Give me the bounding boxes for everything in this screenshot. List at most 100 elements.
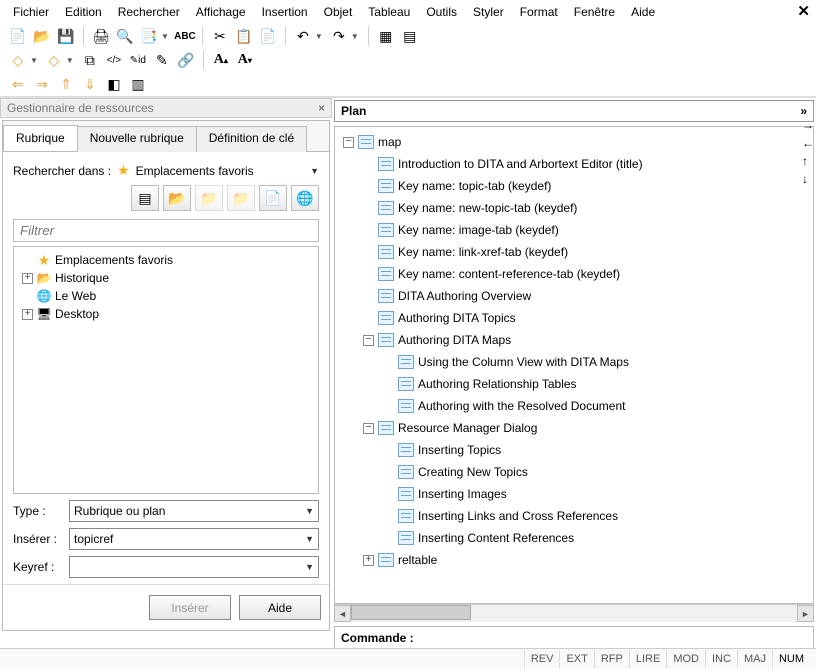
- look-in-dropdown-icon[interactable]: ▼: [310, 166, 319, 176]
- tree-item-desktop[interactable]: + 🖥 Desktop: [16, 305, 316, 323]
- plan-row[interactable]: Authoring with the Resolved Document: [335, 395, 813, 417]
- filter-input[interactable]: [13, 219, 319, 242]
- tree-item-web[interactable]: 🌐 Le Web: [16, 287, 316, 305]
- copy-icon[interactable]: 📋: [234, 26, 254, 46]
- status-indicator[interactable]: RFP: [594, 650, 629, 668]
- look-in-value[interactable]: Emplacements favoris: [136, 164, 254, 178]
- xml-icon[interactable]: </>: [104, 50, 124, 70]
- status-indicator[interactable]: REV: [524, 650, 560, 668]
- menu-item[interactable]: Fichier: [6, 2, 56, 22]
- menu-item[interactable]: Edition: [58, 2, 109, 22]
- insert-element-icon[interactable]: ◇: [8, 50, 28, 70]
- expand-icon[interactable]: +: [22, 273, 33, 284]
- expand-icon[interactable]: +: [22, 309, 33, 320]
- plan-row[interactable]: Key name: content-reference-tab (keydef): [335, 263, 813, 285]
- font-decrease-icon[interactable]: A▾: [235, 50, 255, 70]
- status-indicator[interactable]: MAJ: [737, 650, 772, 668]
- horizontal-scrollbar[interactable]: ◄ ►: [334, 604, 814, 622]
- move-down-icon[interactable]: ⇓: [80, 74, 100, 94]
- plan-row[interactable]: −map: [335, 131, 813, 153]
- plan-row[interactable]: Key name: new-topic-tab (keydef): [335, 197, 813, 219]
- menu-item[interactable]: Format: [513, 2, 565, 22]
- menu-item[interactable]: Aide: [624, 2, 662, 22]
- plan-row[interactable]: Authoring DITA Topics: [335, 307, 813, 329]
- move-right-icon[interactable]: ⇒: [32, 74, 52, 94]
- side-arrow-left-icon[interactable]: ←: [802, 136, 814, 150]
- plan-row[interactable]: DITA Authoring Overview: [335, 285, 813, 307]
- open-folder-icon[interactable]: 📂: [32, 26, 52, 46]
- plan-row[interactable]: Key name: link-xref-tab (keydef): [335, 241, 813, 263]
- status-indicator[interactable]: MOD: [666, 650, 705, 668]
- plan-row[interactable]: Authoring Relationship Tables: [335, 373, 813, 395]
- map-icon[interactable]: ▥: [128, 74, 148, 94]
- scroll-right-icon[interactable]: ►: [797, 605, 814, 622]
- expand-icon[interactable]: +: [363, 555, 374, 566]
- menu-item[interactable]: Affichage: [189, 2, 253, 22]
- type-combo[interactable]: Rubrique ou plan ▼: [69, 500, 319, 522]
- folder2-icon[interactable]: 📁: [227, 185, 255, 211]
- plan-row[interactable]: Inserting Links and Cross References: [335, 505, 813, 527]
- link-icon[interactable]: 🔗: [176, 50, 196, 70]
- new-file-icon[interactable]: 📄: [8, 26, 28, 46]
- spellcheck-icon[interactable]: ABC: [175, 26, 195, 46]
- menu-item[interactable]: Tableau: [361, 2, 417, 22]
- scroll-left-icon[interactable]: ◄: [334, 605, 351, 622]
- collapse-icon[interactable]: −: [363, 335, 374, 346]
- look-in-tree[interactable]: ★ Emplacements favoris + 📂 Historique 🌐 …: [13, 246, 319, 494]
- scrollbar-thumb[interactable]: [351, 605, 471, 620]
- menu-item[interactable]: Styler: [466, 2, 511, 22]
- new-doc-icon[interactable]: 📄: [259, 185, 287, 211]
- tab-nouvelle-rubrique[interactable]: Nouvelle rubrique: [77, 126, 197, 152]
- tree-item-history[interactable]: + 📂 Historique: [16, 269, 316, 287]
- plan-row[interactable]: Key name: image-tab (keydef): [335, 219, 813, 241]
- menu-item[interactable]: Fenêtre: [567, 2, 622, 22]
- plan-row[interactable]: Inserting Images: [335, 483, 813, 505]
- chevron-down-icon[interactable]: ▼: [351, 32, 359, 41]
- scrollbar-track[interactable]: [351, 605, 797, 622]
- font-increase-icon[interactable]: A▴: [211, 50, 231, 70]
- chevron-down-icon[interactable]: ▼: [66, 56, 74, 65]
- tree-item-favorites[interactable]: ★ Emplacements favoris: [16, 251, 316, 269]
- attribute-icon[interactable]: ✎: [152, 50, 172, 70]
- plan-row[interactable]: −Authoring DITA Maps: [335, 329, 813, 351]
- preview-icon[interactable]: 🔍: [115, 26, 135, 46]
- chevron-down-icon[interactable]: ▼: [305, 506, 314, 516]
- close-icon[interactable]: ✕: [797, 2, 810, 20]
- side-arrow-up-icon[interactable]: ↑: [802, 154, 814, 168]
- chevron-down-icon[interactable]: ▼: [315, 32, 323, 41]
- move-up-icon[interactable]: ⇑: [56, 74, 76, 94]
- plan-row[interactable]: Using the Column View with DITA Maps: [335, 351, 813, 373]
- plan-arrow-icon[interactable]: »: [800, 104, 807, 118]
- table-icon[interactable]: ▦: [376, 26, 396, 46]
- collapse-icon[interactable]: −: [343, 137, 354, 148]
- copy-element-icon[interactable]: ⧉: [80, 50, 100, 70]
- redo-icon[interactable]: ↷: [329, 26, 349, 46]
- menu-item[interactable]: Outils: [419, 2, 464, 22]
- id-icon[interactable]: ✎id: [128, 50, 148, 70]
- side-arrow-right-icon[interactable]: →: [802, 118, 814, 132]
- chevron-down-icon[interactable]: ▼: [30, 56, 38, 65]
- print-icon[interactable]: 🖨: [91, 26, 111, 46]
- plan-row[interactable]: Key name: topic-tab (keydef): [335, 175, 813, 197]
- plan-row[interactable]: Inserting Content References: [335, 527, 813, 549]
- chevron-down-icon[interactable]: ▼: [305, 562, 314, 572]
- save-icon[interactable]: 💾: [56, 26, 76, 46]
- tree-icon[interactable]: ◧: [104, 74, 124, 94]
- menu-item[interactable]: Rechercher: [111, 2, 187, 22]
- collapse-icon[interactable]: −: [363, 423, 374, 434]
- insert-button[interactable]: Insérer: [149, 595, 231, 620]
- move-left-icon[interactable]: ⇐: [8, 74, 28, 94]
- command-line[interactable]: Commande :: [334, 626, 814, 650]
- open-folder-icon[interactable]: 📂: [163, 185, 191, 211]
- plan-tree[interactable]: −mapIntroduction to DITA and Arbortext E…: [334, 126, 814, 604]
- paste-icon[interactable]: 📄: [258, 26, 278, 46]
- globe-icon[interactable]: 🌐: [291, 185, 319, 211]
- chevron-down-icon[interactable]: ▼: [161, 32, 169, 41]
- table2-icon[interactable]: ▤: [400, 26, 420, 46]
- view-icon[interactable]: ▤: [131, 185, 159, 211]
- tab-rubrique[interactable]: Rubrique: [3, 125, 78, 151]
- cut-icon[interactable]: ✂: [210, 26, 230, 46]
- plan-row[interactable]: Inserting Topics: [335, 439, 813, 461]
- status-indicator[interactable]: LIRE: [629, 650, 666, 668]
- keyref-combo[interactable]: ▼: [69, 556, 319, 578]
